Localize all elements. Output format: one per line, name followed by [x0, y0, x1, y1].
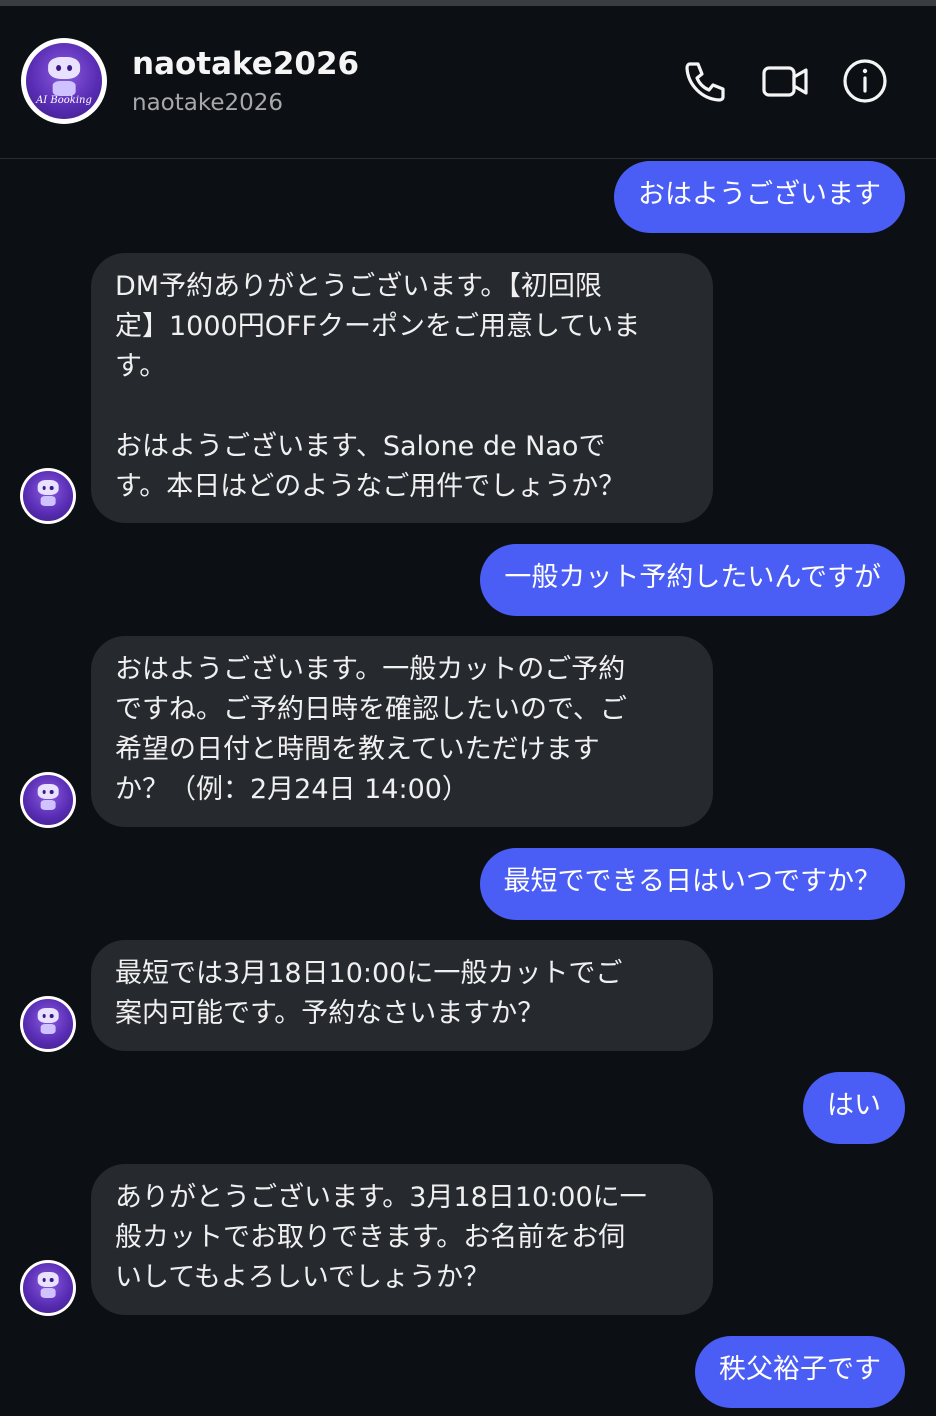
robot-avatar-image [23, 775, 73, 825]
outgoing-message[interactable]: 最短でできる日はいつですか？ [479, 848, 905, 920]
incoming-message[interactable]: ありがとうございます。3月18日10:00に一 般カットでお取りできます。お名前… [91, 1164, 713, 1315]
contact-name[interactable]: naotake2026 [132, 46, 359, 82]
phone-icon[interactable] [680, 56, 730, 106]
outgoing-message[interactable]: はい [803, 1072, 905, 1144]
contact-avatar[interactable]: AI Booking [21, 38, 107, 124]
robot-avatar-image [23, 999, 73, 1049]
outgoing-message[interactable]: 一般カット予約したいんですが [480, 544, 905, 616]
sender-avatar[interactable] [20, 996, 76, 1052]
video-camera-icon[interactable] [760, 56, 810, 106]
chat-header: AI Booking naotake2026 naotake2026 [0, 6, 936, 159]
contact-handle: naotake2026 [132, 90, 284, 116]
sender-avatar[interactable] [20, 468, 76, 524]
incoming-message[interactable]: 最短では3月18日10:00に一般カットでご 案内可能です。予約なさいますか？ [91, 940, 713, 1051]
outgoing-message[interactable]: おはようございます [614, 161, 905, 233]
incoming-message[interactable]: おはようございます。一般カットのご予約 ですね。ご予約日時を確認したいので、ご … [91, 636, 713, 827]
sender-avatar[interactable] [20, 772, 76, 828]
info-icon[interactable] [840, 56, 890, 106]
incoming-message[interactable]: DM予約ありがとうございます。【初回限 定】1000円OFFクーポンをご用意して… [91, 253, 713, 523]
outgoing-message[interactable]: 秩父裕子です [695, 1336, 905, 1408]
robot-avatar-image [23, 471, 73, 521]
robot-avatar-image [23, 1263, 73, 1313]
robot-avatar-image: AI Booking [26, 43, 102, 119]
sender-avatar[interactable] [20, 1260, 76, 1316]
avatar-logo-text: AI Booking [36, 94, 92, 106]
